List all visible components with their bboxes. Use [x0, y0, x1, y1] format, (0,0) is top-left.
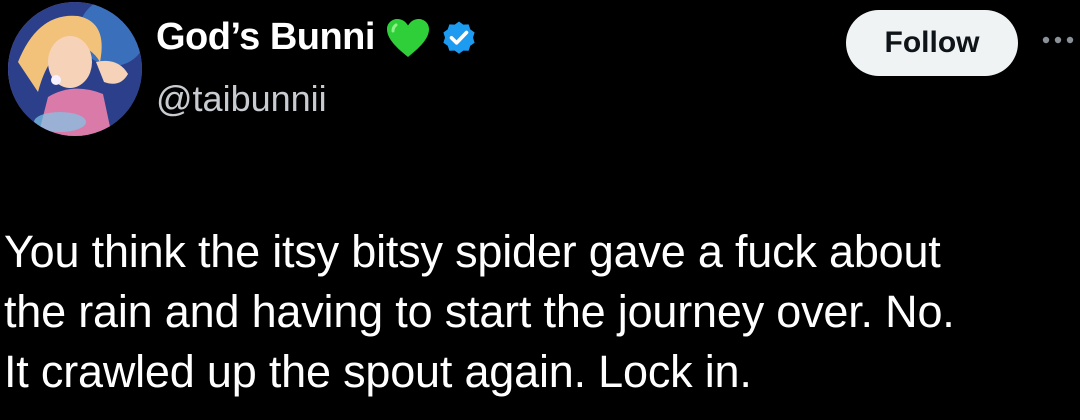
more-options-icon[interactable] — [1040, 32, 1076, 48]
follow-button[interactable]: Follow — [846, 10, 1018, 76]
tweet-text: You think the itsy bitsy spider gave a f… — [4, 222, 1076, 402]
tweet-text-line: the rain and having to start the journey… — [4, 286, 955, 337]
verified-badge-icon — [441, 20, 477, 56]
avatar[interactable] — [8, 2, 142, 136]
author-display-name[interactable]: God’s Bunni — [156, 16, 375, 59]
tweet-text-line: It crawled up the spout again. Lock in. — [4, 346, 752, 397]
green-heart-icon — [385, 17, 431, 59]
tweet-text-line: You think the itsy bitsy spider gave a f… — [4, 226, 941, 277]
author-name-row: God’s Bunni — [156, 16, 477, 59]
tweet-card: God’s Bunni @taibunnii Follow You think … — [0, 0, 1080, 420]
author-handle[interactable]: @taibunnii — [156, 78, 327, 120]
avatar-image — [8, 2, 142, 136]
